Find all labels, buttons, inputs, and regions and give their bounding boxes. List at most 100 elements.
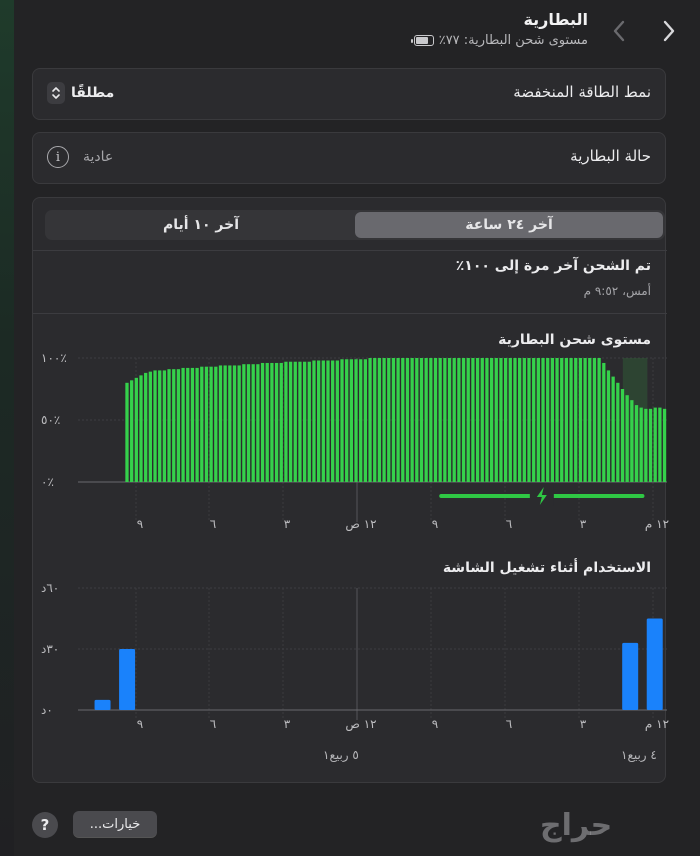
- watermark-logo: حراج: [540, 808, 613, 843]
- battery-bar: [326, 360, 330, 482]
- battery-bar: [588, 358, 592, 482]
- low-power-mode-row: نمط الطاقة المنخفضة مطلقًا: [32, 68, 666, 120]
- battery-bar: [228, 365, 232, 482]
- battery-bar: [176, 369, 181, 482]
- x-tick-label: ٩: [432, 717, 438, 731]
- battery-bar: [569, 358, 573, 482]
- screen-usage-chart: ٦٠د ٣٠د ٠د ٩ ٦ ٣ ١٢ ص ٩ ٦ ٣ ١٢ م: [41, 581, 669, 732]
- battery-bar: [550, 358, 555, 482]
- tab-last-10-days[interactable]: آخر ١٠ أيام: [47, 212, 355, 238]
- y-tick-label: ١٠٠٪: [41, 351, 67, 365]
- battery-bar: [401, 358, 405, 482]
- battery-bar: [349, 359, 354, 482]
- battery-bar: [630, 400, 634, 482]
- battery-bar: [457, 358, 461, 482]
- battery-bar: [190, 367, 195, 482]
- battery-bar: [312, 360, 316, 482]
- last-charged-title: تم الشحن آخر مرة إلى ١٠٠٪: [455, 258, 651, 274]
- divider: [33, 313, 667, 314]
- battery-bar: [429, 358, 433, 482]
- battery-bar: [503, 358, 508, 482]
- battery-bar: [499, 358, 503, 482]
- x-tick-label: ٣: [284, 517, 291, 531]
- battery-bar: [321, 360, 325, 482]
- battery-bar: [611, 376, 615, 482]
- battery-bar: [340, 359, 344, 482]
- battery-bar: [405, 358, 410, 482]
- desktop-edge: [0, 0, 14, 856]
- window-header: البطارية مستوى شحن البطارية: ٧٧٪: [0, 0, 700, 60]
- battery-bar: [513, 358, 517, 482]
- chevron-right-icon: [663, 20, 675, 42]
- battery-bar: [139, 375, 143, 482]
- battery-bar: [317, 360, 321, 482]
- battery-bar: [410, 358, 414, 482]
- battery-bar: [560, 358, 564, 482]
- battery-bar: [522, 358, 526, 482]
- x-tick-label: ٩: [137, 717, 143, 731]
- battery-bar: [494, 358, 498, 482]
- y-tick-label: ٦٠د: [41, 581, 59, 595]
- x-tick-label: ١٢ ص: [345, 717, 376, 732]
- battery-bar: [125, 382, 129, 482]
- battery-bar: [541, 358, 545, 482]
- up-down-arrows-icon: [47, 82, 65, 104]
- battery-bar: [634, 405, 639, 482]
- battery-bar: [620, 389, 625, 482]
- x-tick-label: ٩: [432, 517, 438, 531]
- battery-bar: [284, 361, 288, 482]
- battery-bar: [242, 364, 246, 482]
- usage-bar: [646, 618, 663, 710]
- battery-bar: [153, 370, 157, 482]
- battery-bar: [597, 358, 601, 482]
- battery-bar: [288, 361, 293, 482]
- battery-bar: [204, 366, 209, 482]
- battery-bar: [466, 358, 470, 482]
- battery-bar: [158, 370, 162, 482]
- back-button[interactable]: [607, 16, 631, 46]
- usage-bar: [622, 642, 639, 710]
- x-tick-label: ٦: [210, 717, 216, 731]
- tab-last-24-hours[interactable]: آخر ٢٤ ساعة: [355, 212, 663, 238]
- battery-bar: [279, 362, 283, 482]
- battery-bar: [274, 362, 279, 482]
- date-label-day1: ٥ ربيع١: [323, 748, 359, 762]
- battery-bar: [307, 361, 311, 482]
- battery-bar: [480, 358, 484, 482]
- battery-bar: [644, 408, 648, 482]
- help-button[interactable]: ?: [32, 812, 58, 838]
- battery-bar: [508, 358, 512, 482]
- battery-bar: [475, 358, 480, 482]
- forward-button[interactable]: [657, 16, 681, 46]
- battery-health-row: حالة البطارية i عادية: [32, 132, 666, 184]
- battery-bar: [363, 359, 368, 482]
- y-tick-label: ٥٠٪: [41, 413, 60, 427]
- battery-bar: [148, 371, 152, 482]
- options-button[interactable]: خيارات...: [73, 811, 157, 837]
- battery-bar: [592, 358, 597, 482]
- battery-bar: [265, 362, 269, 482]
- battery-bar: [200, 366, 204, 482]
- x-tick-label: ١٢ م: [645, 517, 669, 531]
- info-icon[interactable]: i: [47, 146, 69, 168]
- battery-bar: [331, 360, 335, 482]
- usage-history-card: آخر ١٠ أيام آخر ٢٤ ساعة تم الشحن آخر مرة…: [32, 197, 669, 783]
- battery-bar: [662, 408, 667, 482]
- x-tick-label: ١٢ م: [645, 717, 669, 731]
- low-power-mode-popup[interactable]: مطلقًا: [47, 82, 114, 104]
- battery-bar: [419, 358, 424, 482]
- low-power-mode-label: نمط الطاقة المنخفضة: [513, 83, 651, 101]
- battery-health-label: حالة البطارية: [570, 147, 651, 165]
- battery-bar: [195, 367, 199, 482]
- x-tick-label: ٣: [284, 717, 291, 731]
- battery-bar: [256, 364, 260, 482]
- battery-bar: [134, 377, 138, 482]
- battery-bar: [130, 380, 134, 482]
- time-range-segmented-control: آخر ١٠ أيام آخر ٢٤ ساعة: [45, 210, 665, 240]
- battery-bar: [518, 358, 522, 482]
- battery-bar: [471, 358, 475, 482]
- battery-bar: [181, 367, 185, 482]
- date-label-day2: ٤ ربيع١: [621, 748, 657, 762]
- battery-bar: [391, 358, 396, 482]
- battery-bar: [354, 359, 358, 482]
